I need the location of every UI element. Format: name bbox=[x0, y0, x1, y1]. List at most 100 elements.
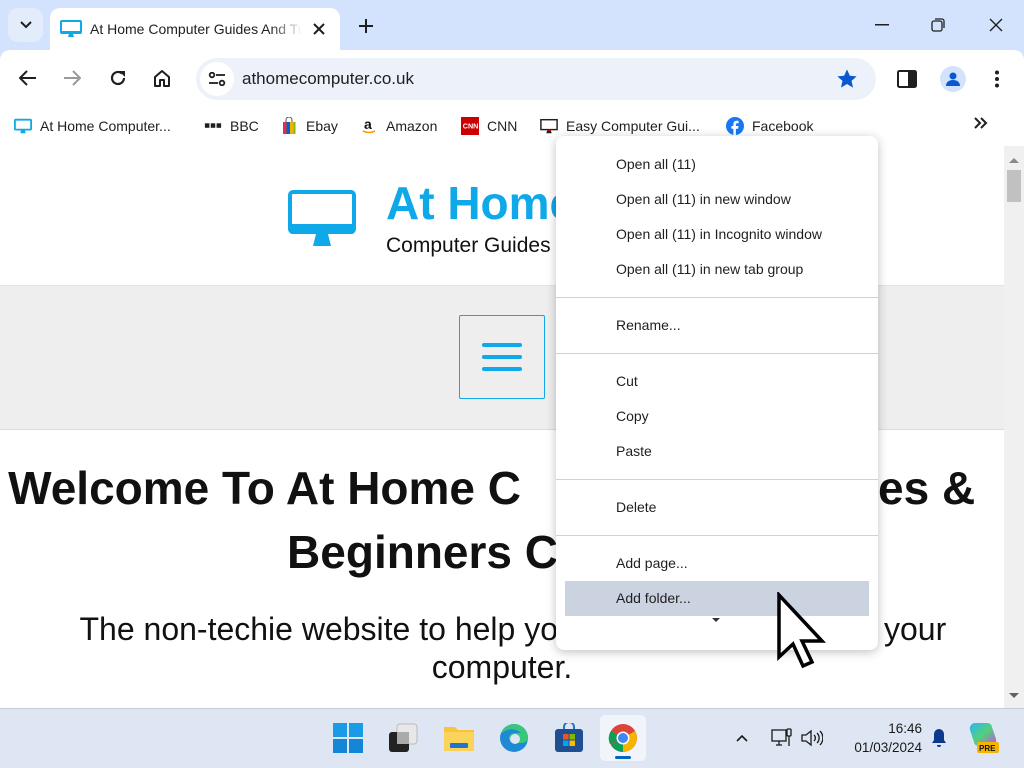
reload-icon bbox=[110, 70, 126, 86]
copilot-badge: PRE bbox=[979, 744, 996, 753]
star-filled-icon[interactable] bbox=[836, 68, 858, 90]
taskbar-store[interactable] bbox=[546, 715, 592, 761]
bookmark-label: Facebook bbox=[752, 118, 814, 134]
bookmark-label: CNN bbox=[487, 118, 518, 134]
taskbar-chrome[interactable] bbox=[600, 715, 646, 761]
clock-date: 01/03/2024 bbox=[854, 740, 922, 755]
menu-item-open-all-new-window[interactable]: Open all (11) in new window bbox=[556, 182, 878, 217]
menu-item-open-all-tab-group[interactable]: Open all (11) in new tab group bbox=[556, 252, 878, 287]
profile-button[interactable] bbox=[940, 66, 966, 92]
arrow-right-icon bbox=[64, 70, 81, 86]
scroll-down-arrow-icon[interactable] bbox=[1009, 693, 1019, 698]
bookmark-context-menu: Open all (11) Open all (11) in new windo… bbox=[556, 136, 878, 650]
browser-toolbar: athomecomputer.co.uk bbox=[0, 50, 1024, 106]
browser-tab[interactable]: At Home Computer Guides And Tutorials bbox=[50, 8, 340, 50]
menu-button[interactable] bbox=[984, 66, 1010, 92]
chrome-icon bbox=[608, 724, 637, 752]
back-button[interactable] bbox=[14, 64, 42, 92]
minimize-button[interactable] bbox=[867, 10, 897, 40]
chevron-up-icon bbox=[736, 734, 748, 742]
notifications-button[interactable] bbox=[928, 725, 950, 751]
title-bar: At Home Computer Guides And Tutorials bbox=[0, 0, 1024, 50]
bookmark-label: Amazon bbox=[386, 118, 438, 134]
subheading-line-2: computer. bbox=[431, 649, 573, 685]
show-hidden-icons-button[interactable] bbox=[732, 725, 752, 751]
close-window-button[interactable] bbox=[981, 10, 1011, 40]
system-clock[interactable]: 16:46 01/03/2024 bbox=[830, 719, 922, 757]
hamburger-menu-button[interactable] bbox=[459, 315, 545, 399]
bookmark-easy-computer-guides[interactable]: Easy Computer Gui... bbox=[540, 116, 700, 136]
taskbar-file-explorer[interactable] bbox=[436, 715, 482, 761]
plus-icon bbox=[359, 19, 373, 33]
close-tab-button[interactable] bbox=[310, 20, 328, 38]
network-button[interactable] bbox=[770, 725, 794, 751]
amazon-icon: a bbox=[362, 117, 376, 134]
bookmark-ebay[interactable]: Ebay bbox=[280, 116, 338, 136]
scrollbar-thumb[interactable] bbox=[1007, 170, 1021, 202]
monitor-icon bbox=[540, 118, 558, 134]
home-icon bbox=[154, 70, 170, 87]
forward-button[interactable] bbox=[58, 64, 86, 92]
arrow-left-icon bbox=[19, 70, 36, 86]
windows-taskbar: 16:46 01/03/2024 PRE bbox=[0, 708, 1024, 768]
bell-icon bbox=[932, 729, 946, 747]
menu-item-add-page[interactable]: Add page... bbox=[556, 546, 878, 581]
svg-text:a: a bbox=[364, 117, 372, 132]
more-bookmarks-button[interactable] bbox=[974, 116, 988, 134]
menu-item-cut[interactable]: Cut bbox=[556, 364, 878, 399]
monitor-logo-icon bbox=[288, 190, 356, 246]
url-text[interactable]: athomecomputer.co.uk bbox=[242, 69, 414, 89]
menu-item-open-all[interactable]: Open all (11) bbox=[556, 147, 878, 182]
shopping-bag-icon bbox=[283, 117, 296, 134]
site-info-button[interactable] bbox=[200, 62, 234, 96]
active-app-indicator bbox=[615, 756, 631, 759]
cnn-icon: CNN bbox=[461, 117, 479, 135]
vertical-scrollbar[interactable] bbox=[1004, 146, 1024, 708]
taskbar-start-button[interactable] bbox=[325, 715, 371, 761]
bookmark-bbc[interactable]: BBC bbox=[204, 116, 259, 136]
svg-text:CNN: CNN bbox=[463, 122, 479, 131]
reload-button[interactable] bbox=[104, 64, 132, 92]
home-button[interactable] bbox=[148, 64, 176, 92]
scroll-up-arrow-icon[interactable] bbox=[1009, 158, 1019, 163]
menu-separator bbox=[556, 297, 878, 298]
clock-time: 16:46 bbox=[888, 721, 922, 736]
heading-line-2-left: Beginners C bbox=[287, 526, 558, 578]
taskbar-task-view[interactable] bbox=[380, 715, 426, 761]
tab-search-button[interactable] bbox=[8, 8, 43, 42]
tab-title: At Home Computer Guides And Tutorials bbox=[90, 21, 302, 37]
bookmark-cnn[interactable]: CNN CNN bbox=[461, 116, 517, 136]
menu-item-copy[interactable]: Copy bbox=[556, 399, 878, 434]
mouse-pointer-icon bbox=[777, 592, 826, 669]
site-tagline: Computer Guides bbox=[386, 234, 551, 257]
bookmark-facebook[interactable]: Facebook bbox=[726, 116, 813, 136]
bookmark-amazon[interactable]: a Amazon bbox=[360, 116, 437, 136]
new-tab-button[interactable] bbox=[354, 14, 378, 38]
bookmark-label: Easy Computer Gui... bbox=[566, 118, 700, 134]
volume-button[interactable] bbox=[800, 725, 824, 751]
menu-bar bbox=[482, 355, 522, 359]
menu-item-open-all-incognito[interactable]: Open all (11) in Incognito window bbox=[556, 217, 878, 252]
restore-button[interactable] bbox=[923, 10, 953, 40]
monitor-icon bbox=[60, 20, 82, 37]
close-icon bbox=[989, 18, 1003, 32]
bookmark-label: At Home Computer... bbox=[40, 118, 171, 134]
copilot-button[interactable]: PRE bbox=[966, 719, 1002, 757]
menu-separator bbox=[556, 353, 878, 354]
more-vertical-icon bbox=[995, 70, 999, 88]
address-bar[interactable]: athomecomputer.co.uk bbox=[196, 58, 876, 100]
taskbar-edge[interactable] bbox=[491, 715, 537, 761]
menu-item-rename[interactable]: Rename... bbox=[556, 308, 878, 343]
side-panel-button[interactable] bbox=[894, 66, 920, 92]
menu-bar bbox=[482, 343, 522, 347]
facebook-icon bbox=[726, 117, 744, 135]
minimize-icon bbox=[875, 24, 889, 26]
subheading-line-1-right: your bbox=[884, 611, 947, 647]
menu-item-delete[interactable]: Delete bbox=[556, 490, 878, 525]
person-icon bbox=[946, 72, 960, 86]
bookmark-at-home-computer[interactable]: At Home Computer... bbox=[14, 116, 171, 136]
site-brand[interactable]: At Home bbox=[386, 176, 575, 230]
restore-icon bbox=[931, 18, 945, 32]
bbc-icon bbox=[204, 123, 222, 128]
menu-item-paste[interactable]: Paste bbox=[556, 434, 878, 469]
